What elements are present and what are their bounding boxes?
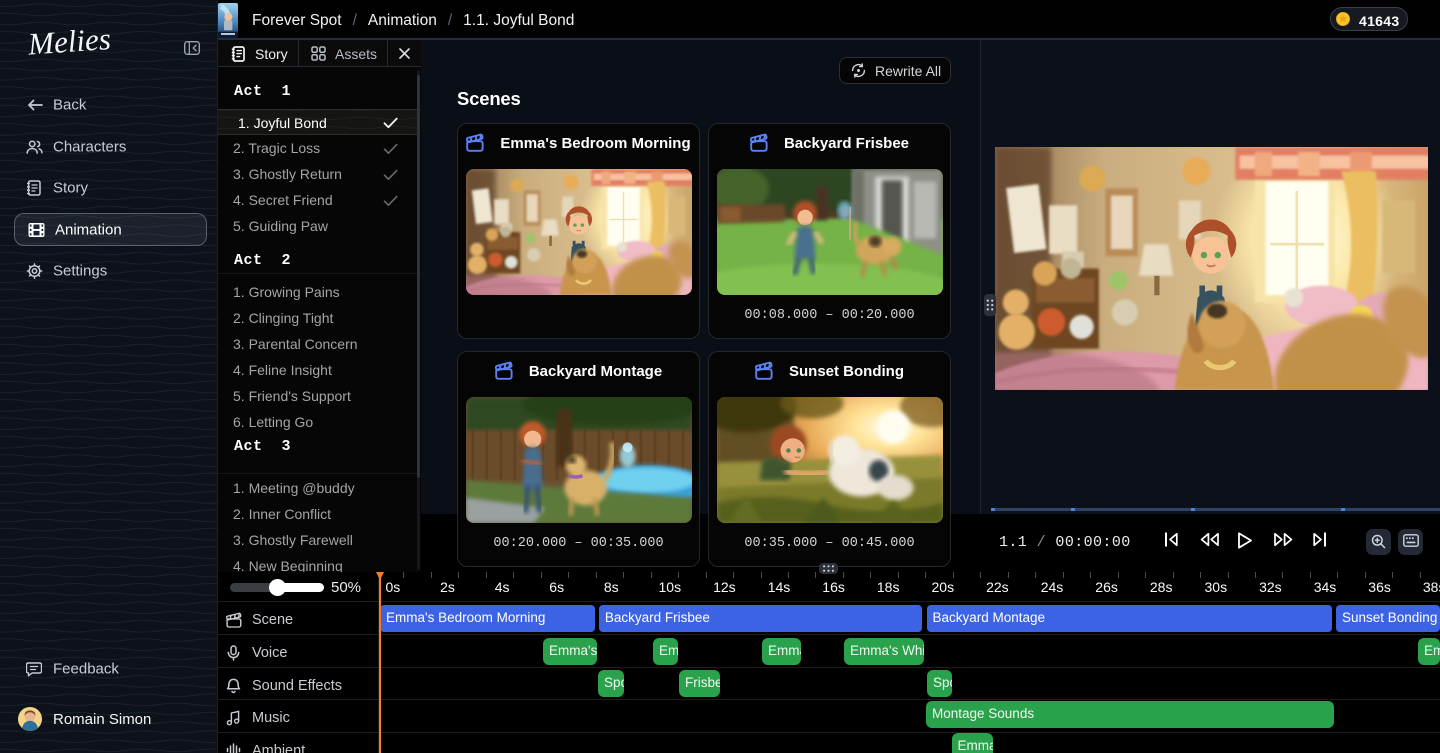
svg-text:Melies: Melies [26, 21, 112, 62]
